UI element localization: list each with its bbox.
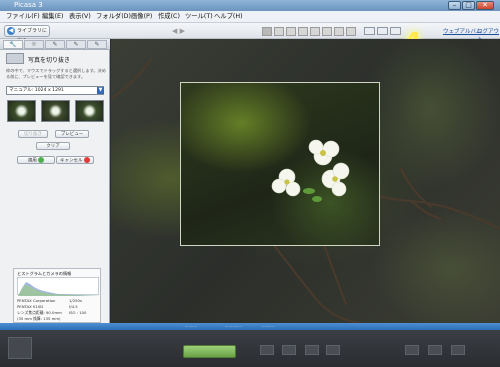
camera-maker: PENTAX Corporation (17, 298, 56, 303)
autocolor-icon[interactable] (310, 27, 320, 36)
nav-arrows-icon[interactable]: ◀ ▶ (172, 27, 185, 35)
tag-icon[interactable] (428, 345, 442, 355)
menu-view[interactable]: 表示(V) (69, 11, 91, 23)
apply-label: 適用 (27, 158, 37, 164)
menu-tools[interactable]: ツール(T) (185, 11, 213, 23)
focal-length-35mm: (35 mm 換算: 135 mm) (17, 316, 61, 321)
print-icon[interactable] (282, 345, 296, 355)
crop-preset-thumbnail-3[interactable] (75, 100, 104, 122)
menu-folder[interactable]: フォルダ(D) (96, 11, 131, 23)
crop-tool-icon[interactable] (262, 27, 272, 36)
redeye-icon[interactable] (286, 27, 296, 36)
crop-preset-thumbnail-1[interactable] (7, 100, 36, 122)
text-tool-icon[interactable] (334, 27, 344, 36)
straighten-icon[interactable] (274, 27, 284, 36)
close-button[interactable]: ✕ (476, 1, 494, 10)
photo-tray (0, 330, 500, 367)
tray-label-2: ·············· (225, 324, 242, 329)
histogram-graphic (18, 282, 100, 296)
tab-effects-2[interactable]: ✎ (66, 40, 86, 49)
cancel-label: キャンセル (60, 158, 83, 164)
window-title: Picasa 3 (14, 1, 43, 9)
autocontrast-icon[interactable] (298, 27, 308, 36)
histogram-chart (17, 277, 100, 296)
web-album-link[interactable]: ウェブアルバム (443, 27, 481, 35)
clear-button[interactable]: クリア (36, 142, 70, 150)
crop-instructions: 枠の中で、マウスでドラッグすると選択します。決める前に、プレビューを見て確認でき… (6, 68, 106, 79)
edit-tabs: 🔧 ☼ ✎ ✎ ✎ (0, 39, 110, 50)
tab-basic-fixes[interactable]: 🔧 (3, 40, 23, 49)
person-icon[interactable] (405, 345, 419, 355)
photo-canvas[interactable] (111, 39, 500, 323)
title-bar: Picasa 3 – □ ✕ (0, 0, 500, 11)
shutter-speed: 1/250s (69, 298, 82, 303)
tray-label-3: ·········· (262, 324, 275, 329)
retouch-icon[interactable] (346, 27, 356, 36)
crop-preset-thumbnail-2[interactable] (41, 100, 70, 122)
cancel-x-icon (83, 157, 90, 163)
menu-file[interactable]: ファイル(F) (6, 11, 40, 23)
view-single-icon[interactable] (364, 27, 375, 35)
menu-help[interactable]: ヘルプ(H) (214, 11, 243, 23)
camera-model: PENTAX K10D (17, 304, 44, 309)
preview-button[interactable]: プレビュー (55, 130, 89, 138)
toolbar: ◀ ライブラリに戻る ◀ ▶ 4 ウェブアルバム ログアウト (0, 23, 500, 56)
tray-hold-area[interactable] (8, 337, 32, 359)
menu-bar: ファイル(F) 編集(E) 表示(V) フォルダ(D) 画像(P) 作成(C) … (0, 11, 500, 23)
chevron-down-icon[interactable]: ▼ (97, 87, 104, 94)
tab-effects[interactable]: ✎ (45, 40, 65, 49)
map-pin-icon[interactable] (451, 345, 465, 355)
flower-cluster (271, 139, 350, 202)
menu-create[interactable]: 作成(C) (158, 11, 180, 23)
histogram-panel: ヒストグラムとカメラの情報 PENTAX Corporation PENTAX … (13, 268, 101, 323)
edit-panel: 🔧 ☼ ✎ ✎ ✎ 写真を切り抜き 枠の中で、マウスでドラッグすると選択します。… (0, 39, 110, 323)
apply-button[interactable]: 適用 (17, 156, 55, 164)
iso: ISO : 100 (69, 310, 87, 315)
view-compare-icon[interactable] (377, 27, 388, 35)
check-icon (38, 157, 45, 163)
left-arrow-icon: ◀ (7, 27, 15, 35)
cancel-button[interactable]: キャンセル (56, 156, 94, 164)
tray-header: ·········· ·············· ·········· (0, 323, 500, 330)
tray-label-1: ·········· (185, 324, 198, 329)
upload-button[interactable] (183, 345, 236, 358)
menu-edit[interactable]: 編集(E) (42, 11, 64, 23)
view-grid-icon[interactable] (390, 27, 401, 35)
minimize-button[interactable]: – (448, 1, 461, 10)
crop-button[interactable]: 切り抜き (18, 130, 48, 138)
tab-tuning[interactable]: ☼ (24, 40, 44, 49)
crop-title: 写真を切り抜き (28, 57, 71, 64)
back-to-library-button[interactable]: ◀ ライブラリに戻る (4, 25, 50, 44)
tab-effects-3[interactable]: ✎ (87, 40, 107, 49)
crop-photo-icon (6, 53, 24, 64)
aperture: f/4.5 (69, 304, 78, 309)
menu-image[interactable]: 画像(P) (131, 11, 152, 23)
maximize-button[interactable]: □ (462, 1, 475, 10)
fill-light-icon[interactable] (322, 27, 332, 36)
crop-size-select[interactable]: マニュアル: 1024 x 1291 (6, 86, 104, 95)
export-icon[interactable] (305, 345, 319, 355)
email-icon[interactable] (260, 345, 274, 355)
shop-icon[interactable] (326, 345, 340, 355)
